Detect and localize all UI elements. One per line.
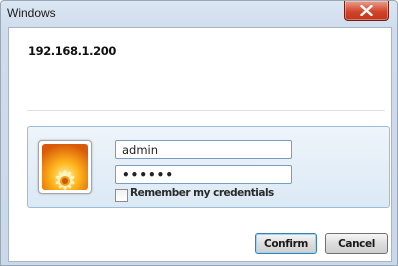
confirm-button[interactable]: Confirm bbox=[255, 233, 317, 254]
remember-checkbox[interactable] bbox=[115, 189, 128, 202]
window-title: Windows bbox=[7, 6, 56, 20]
host-address: 192.168.1.200 bbox=[28, 44, 116, 58]
username-field[interactable] bbox=[115, 140, 292, 159]
title-bar[interactable]: Windows bbox=[1, 1, 397, 27]
divider bbox=[27, 110, 385, 111]
user-tile bbox=[38, 140, 92, 194]
dialog-body: 192.168.1.200 admin •••••• Remember my c… bbox=[8, 27, 392, 262]
close-icon bbox=[360, 5, 373, 16]
credential-panel: Remember my credentials bbox=[27, 126, 390, 208]
password-field[interactable] bbox=[115, 165, 292, 184]
credentials-dialog: Windows 192.168.1.200 admin •••••• Remem… bbox=[0, 0, 398, 266]
user-tile-flower-icon bbox=[42, 144, 88, 190]
cancel-button[interactable]: Cancel bbox=[325, 233, 388, 254]
remember-label: Remember my credentials bbox=[130, 187, 274, 199]
close-button[interactable] bbox=[344, 1, 389, 21]
